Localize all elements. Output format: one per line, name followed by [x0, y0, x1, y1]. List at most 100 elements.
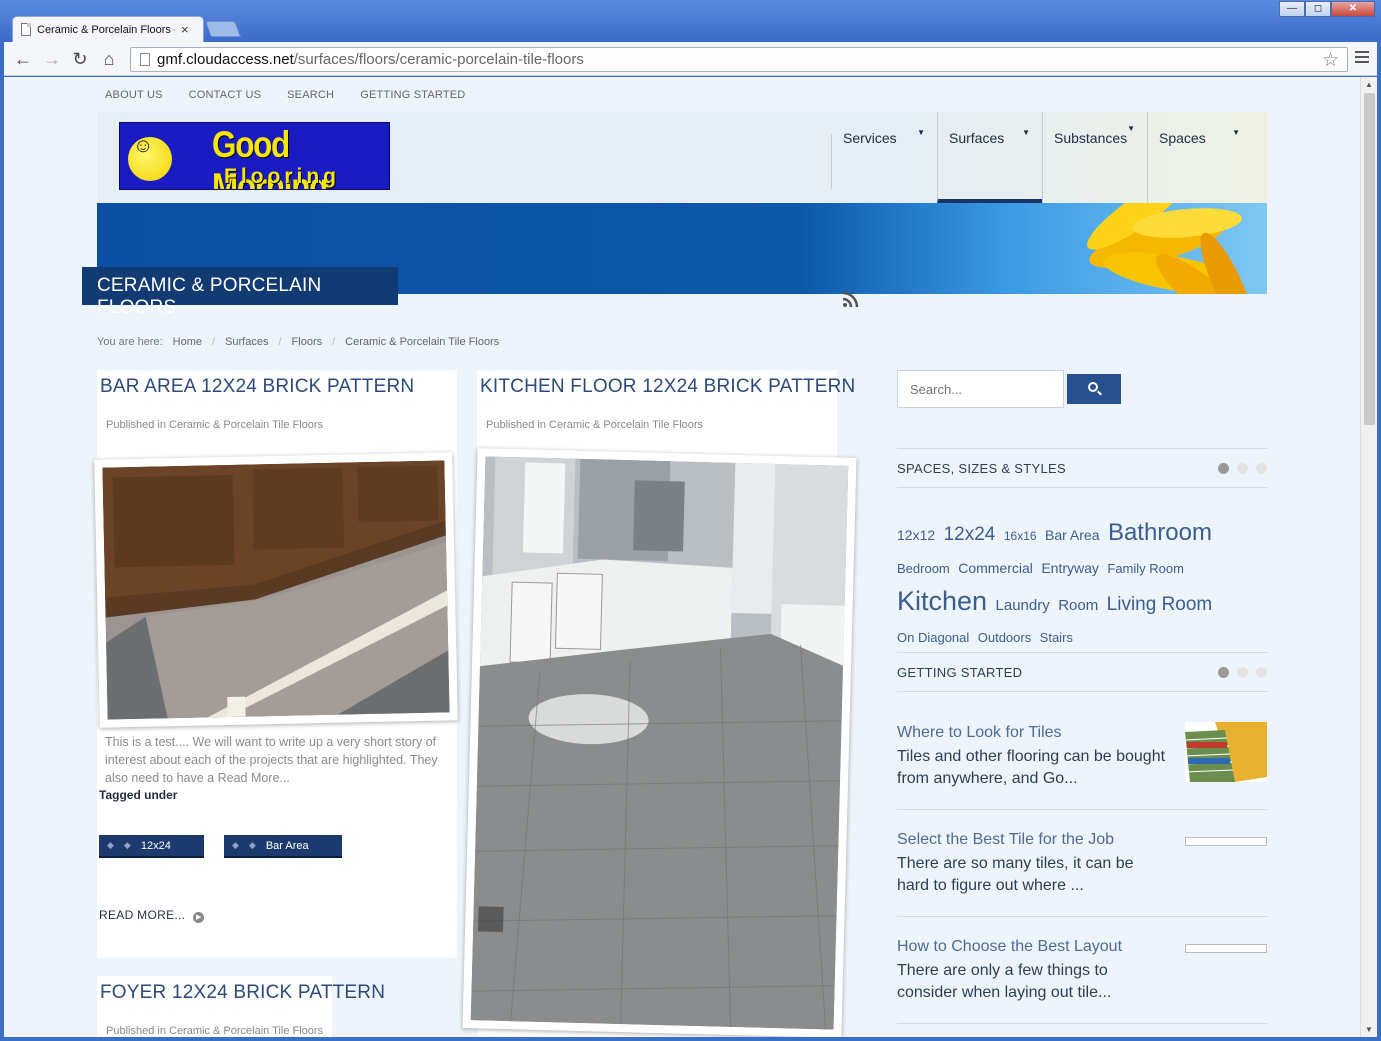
tag-cloud-item[interactable]: Living Room [1107, 594, 1213, 615]
getting-started-text: There are so many tiles, it can be hard … [897, 855, 1134, 894]
search-input[interactable] [897, 370, 1064, 408]
caret-down-icon: ▼ [1232, 128, 1240, 137]
getting-started-item[interactable]: How to Choose the Best Layout There are … [897, 936, 1267, 1024]
read-more-link[interactable]: READ MORE... ▶ [99, 908, 205, 923]
tag-icon: ◆ [123, 840, 131, 850]
mainnav-substances[interactable]: Substances ▼ [1042, 112, 1147, 203]
tag-cloud-item[interactable]: 12x24 [944, 524, 996, 545]
thumbnail-placeholder[interactable] [1185, 837, 1267, 846]
tag-cloud-item[interactable]: Stairs [1040, 630, 1073, 645]
top-navigation: ABOUT US CONTACT US SEARCH GETTING START… [105, 89, 465, 101]
mainnav-label: Services [843, 130, 897, 146]
carousel-dot[interactable] [1218, 463, 1229, 474]
article-card: BAR AREA 12X24 BRICK PATTERN Published i… [94, 370, 458, 958]
maximize-button[interactable]: ◻ [1305, 1, 1331, 17]
tile-samples-thumbnail[interactable] [1185, 722, 1267, 782]
topnav-search[interactable]: SEARCH [287, 89, 334, 101]
mainnav-label: Substances [1054, 130, 1128, 146]
caret-down-icon: ▼ [917, 128, 925, 137]
breadcrumb-prefix: You are here: [97, 336, 163, 348]
tag-cloud-item[interactable]: Room [1058, 597, 1098, 614]
new-tab-button[interactable] [205, 21, 241, 37]
minimize-button[interactable]: — [1279, 1, 1305, 17]
carousel-dot[interactable] [1256, 667, 1267, 678]
browser-tab[interactable]: Ceramic & Porcelain Floors - × [12, 16, 204, 42]
article-title[interactable]: KITCHEN FLOOR 12X24 BRICK PATTERN [480, 376, 855, 398]
site-logo[interactable]: ☺ Good Morning Flooring [119, 122, 390, 190]
getting-started-text: There are only a few things to consider … [897, 962, 1112, 1001]
tag-cloud-item[interactable]: Laundry [996, 597, 1050, 614]
thumbnail-placeholder[interactable] [1185, 944, 1267, 953]
topnav-contact-us[interactable]: CONTACT US [189, 89, 262, 101]
site-header: ☺ Good Morning Flooring Services ▼ Surfa… [97, 112, 1267, 203]
browser-menu-icon[interactable] [1355, 51, 1369, 66]
carousel-dot[interactable] [1237, 463, 1248, 474]
back-icon[interactable]: ← [12, 48, 34, 70]
tag-cloud-item[interactable]: 16x16 [1004, 529, 1037, 543]
carousel-dot[interactable] [1256, 463, 1267, 474]
tag-bar-area[interactable]: ◆ ◆ Bar Area [224, 835, 342, 858]
scrollbar-thumb[interactable] [1364, 93, 1375, 425]
article-category-link[interactable]: Ceramic & Porcelain Tile Floors [549, 419, 703, 431]
page-icon [21, 23, 31, 36]
breadcrumb-home[interactable]: Home [173, 336, 202, 348]
tag-cloud-item[interactable]: Family Room [1107, 561, 1184, 576]
getting-started-title[interactable]: Select the Best Tile for the Job [897, 831, 1114, 849]
search-button[interactable] [1067, 374, 1121, 404]
mainnav-services[interactable]: Services ▼ [831, 112, 937, 203]
topnav-getting-started[interactable]: GETTING STARTED [360, 89, 465, 101]
smiley-icon: ☺ [133, 135, 154, 157]
bookmark-star-icon[interactable]: ☆ [1322, 49, 1339, 72]
module-header-getting-started: GETTING STARTED [897, 652, 1267, 692]
getting-started-text: Tiles and other flooring can be bought f… [897, 748, 1166, 787]
tag-cloud-item[interactable]: On Diagonal [897, 630, 969, 645]
tag-cloud-item[interactable]: Bar Area [1045, 527, 1099, 543]
article-category-link[interactable]: Ceramic & Porcelain Tile Floors [169, 419, 323, 431]
tag-cloud-item[interactable]: 12x12 [897, 527, 935, 543]
tag-icon: ◆ [232, 840, 239, 850]
tagged-under-label: Tagged under [99, 788, 178, 802]
url-text[interactable]: gmf.cloudaccess.net/surfaces/floors/cera… [157, 51, 584, 68]
arrow-right-icon: ▶ [193, 912, 205, 923]
breadcrumb-floors[interactable]: Floors [292, 336, 323, 348]
carousel-dot[interactable] [1218, 667, 1229, 678]
reload-icon[interactable]: ↻ [69, 48, 91, 70]
breadcrumb-surfaces[interactable]: Surfaces [225, 336, 268, 348]
scrollbar[interactable]: ▲ ▼ [1360, 77, 1377, 1037]
getting-started-item[interactable]: Where to Look for Tiles Tiles and other … [897, 722, 1267, 810]
forward-icon[interactable]: → [41, 48, 63, 70]
article-title[interactable]: BAR AREA 12X24 BRICK PATTERN [100, 376, 414, 398]
close-window-button[interactable]: ✕ [1331, 1, 1375, 17]
tag-cloud-item[interactable]: Bathroom [1108, 519, 1212, 546]
mainnav-surfaces[interactable]: Surfaces ▼ [937, 112, 1042, 203]
mainnav-label: Spaces [1159, 130, 1206, 146]
home-icon[interactable]: ⌂ [98, 48, 120, 70]
mainnav-spaces[interactable]: Spaces ▼ [1147, 112, 1252, 203]
article-category-link[interactable]: Ceramic & Porcelain Tile Floors [169, 1025, 323, 1037]
topnav-about-us[interactable]: ABOUT US [105, 89, 163, 101]
tab-title: Ceramic & Porcelain Floors - [37, 23, 175, 36]
page-viewport: ABOUT US CONTACT US SEARCH GETTING START… [4, 77, 1377, 1037]
tag-label: 12x24 [140, 839, 171, 852]
article-image[interactable] [462, 448, 857, 1037]
tag-cloud-item[interactable]: Outdoors [978, 630, 1031, 645]
tab-close-icon[interactable]: × [181, 22, 189, 37]
breadcrumb-current: Ceramic & Porcelain Tile Floors [345, 336, 500, 348]
carousel-dot[interactable] [1237, 667, 1248, 678]
scroll-down-icon[interactable]: ▼ [1365, 1025, 1373, 1034]
article-title[interactable]: FOYER 12X24 BRICK PATTERN [100, 982, 385, 1004]
tag-cloud-item[interactable]: Entryway [1041, 560, 1099, 576]
tag-cloud-item[interactable]: Kitchen [897, 586, 987, 616]
tag-cloud-item[interactable]: Bedroom [897, 561, 950, 576]
getting-started-item[interactable]: Select the Best Tile for the Job There a… [897, 829, 1267, 917]
scroll-up-icon[interactable]: ▲ [1365, 80, 1373, 89]
article-image[interactable] [94, 452, 458, 728]
getting-started-title[interactable]: How to Choose the Best Layout [897, 938, 1122, 956]
address-bar[interactable]: gmf.cloudaccess.net/surfaces/floors/cera… [130, 47, 1348, 72]
module-title: GETTING STARTED [897, 665, 1023, 680]
tag-12x24[interactable]: ◆ ◆ 12x24 [99, 835, 204, 858]
tag-cloud-item[interactable]: Commercial [958, 560, 1033, 576]
getting-started-title[interactable]: Where to Look for Tiles [897, 724, 1062, 742]
caret-down-icon: ▼ [1127, 124, 1135, 133]
rss-icon[interactable] [842, 290, 860, 308]
